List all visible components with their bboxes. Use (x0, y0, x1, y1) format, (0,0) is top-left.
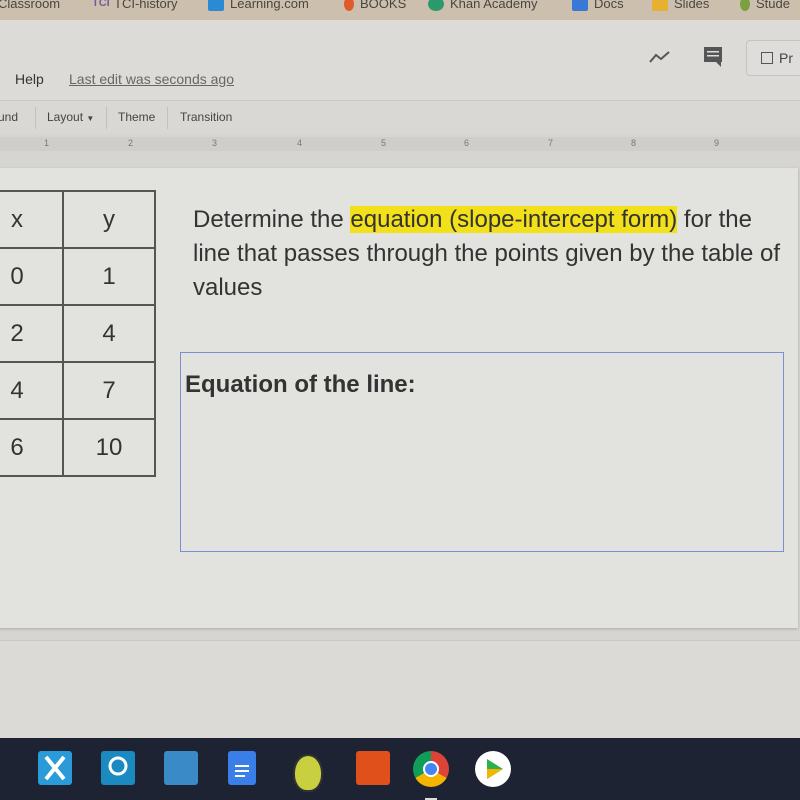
menu-help[interactable]: Help (15, 71, 44, 87)
google-docs-icon[interactable] (228, 751, 256, 785)
student-icon (740, 0, 750, 11)
question-text[interactable]: Determine the equation (slope-intercept … (193, 203, 793, 305)
divider (167, 107, 168, 129)
bookmark-learning[interactable]: Learning.com (208, 0, 309, 11)
chrome-icon[interactable] (413, 751, 449, 787)
ruler[interactable]: 1 2 3 4 5 6 7 8 9 (0, 137, 800, 151)
answer-text-box[interactable]: Equation of the line: (180, 352, 784, 552)
learning-icon (208, 0, 224, 11)
divider (106, 107, 107, 129)
books-icon (344, 0, 354, 11)
table-row: 01 (0, 247, 156, 306)
tci-icon: TCI (92, 0, 110, 9)
bookmarks-bar: Classroom TCI TCI-history Learning.com BO… (0, 0, 800, 20)
bookmark-student[interactable]: Stude (740, 0, 790, 11)
present-icon (761, 52, 773, 64)
bookmark-slides[interactable]: Slides (652, 0, 709, 11)
pear-deck-icon[interactable] (293, 754, 323, 792)
toolbar: und Layout ▼ Theme Transition (0, 100, 800, 134)
docs-icon (572, 0, 588, 11)
comments-icon[interactable] (703, 46, 723, 68)
edpuzzle-icon[interactable] (101, 751, 135, 785)
theme-button[interactable]: Theme (118, 110, 155, 124)
dropdown-arrow-icon: ▼ (86, 114, 95, 123)
table-row: 24 (0, 304, 156, 363)
scratch-app-icon[interactable] (164, 751, 198, 785)
bookmark-books[interactable]: BOOKS (344, 0, 406, 11)
bookmark-tci-history[interactable]: TCI TCI-history (92, 0, 178, 11)
values-table[interactable]: xy 01 24 47 6 10 (0, 190, 156, 477)
activity-trend-icon[interactable] (648, 50, 672, 64)
transition-button[interactable]: Transition (180, 110, 232, 124)
explain-everything-icon[interactable] (38, 751, 72, 785)
table-row: 6 10 (0, 418, 156, 477)
highlighted-text: equation (slope-intercept form) (350, 206, 678, 233)
bookmark-classroom[interactable]: Classroom (0, 0, 60, 11)
present-button[interactable]: Pr (746, 40, 800, 76)
last-edit-link[interactable]: Last edit was seconds ago (69, 71, 234, 87)
vitruvian-app-icon[interactable] (356, 751, 390, 785)
bookmark-docs[interactable]: Docs (572, 0, 624, 11)
taskbar (0, 738, 800, 800)
divider (35, 107, 36, 129)
bookmark-khan-academy[interactable]: Khan Academy (428, 0, 537, 11)
app-header (0, 20, 800, 100)
play-store-icon[interactable] (475, 751, 511, 787)
table-header-row: xy (0, 190, 156, 249)
layout-button[interactable]: Layout ▼ (47, 110, 94, 124)
background-button[interactable]: und (0, 110, 18, 124)
slides-icon (652, 0, 668, 11)
answer-label: Equation of the line: (185, 371, 416, 398)
khan-icon (428, 0, 444, 11)
speaker-notes-area[interactable] (0, 640, 800, 740)
table-row: 47 (0, 361, 156, 420)
